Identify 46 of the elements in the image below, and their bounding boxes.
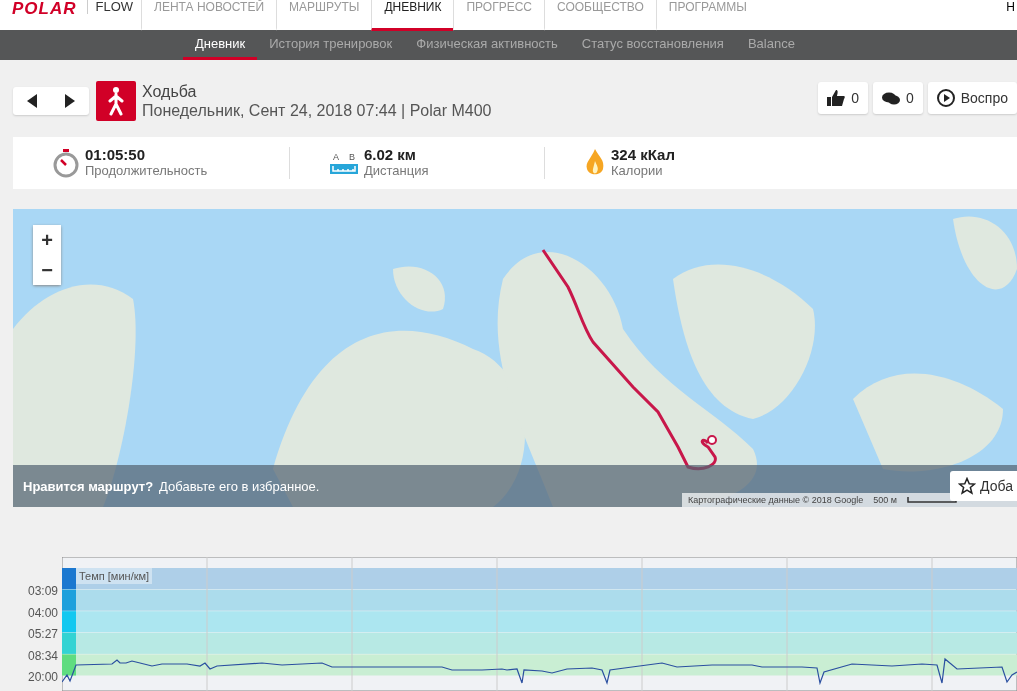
map-attribution: Картографические данные © 2018 Google xyxy=(687,495,864,505)
subnav-tab[interactable]: Дневник xyxy=(183,30,258,60)
y-axis-label: 03:09 xyxy=(26,583,59,600)
scale-bar xyxy=(907,497,957,503)
y-axis-label: 20:00 xyxy=(26,669,59,687)
speech-bubbles-icon xyxy=(881,91,900,105)
scale-label: 500 м xyxy=(873,495,897,505)
flame-icon xyxy=(585,149,605,177)
map-view[interactable]: + − Нравится маршрут? Добавьте его в избранное. Картографические данные © 2018 Google 500 м Доба xyxy=(13,209,1017,507)
y-axis-label: 08:34 xyxy=(26,647,59,665)
stat-label: Продолжительность xyxy=(85,163,208,179)
stat-label: Калории xyxy=(611,163,664,179)
comment-button[interactable]: 0 xyxy=(872,82,923,114)
zone-marker xyxy=(62,654,76,676)
zone-marker xyxy=(62,632,76,654)
stat-value: 6.02 км xyxy=(364,147,417,163)
thumbs-up-icon xyxy=(827,90,846,106)
zoom-out-button[interactable]: − xyxy=(33,255,61,285)
user-menu[interactable]: Н xyxy=(1006,0,1017,14)
sport-title: Ходьба xyxy=(142,81,198,101)
stat-value: 324 кКал xyxy=(611,147,675,163)
y-axis-label: 05:27 xyxy=(26,626,59,644)
right-arrow-icon xyxy=(65,94,75,108)
replay-button[interactable]: Воспро xyxy=(927,82,1017,114)
chart-title: Темп [мин/км] xyxy=(76,568,153,584)
stat-value: 01:05:50 xyxy=(85,147,147,163)
brand-logo[interactable]: POLAR xyxy=(0,0,87,18)
ruler-icon xyxy=(330,164,358,174)
distance-mark: A xyxy=(333,152,339,162)
zoom-in-button[interactable]: + xyxy=(33,225,61,255)
left-arrow-icon xyxy=(27,94,37,108)
stopwatch-icon xyxy=(53,148,79,178)
stat-label: Дистанция xyxy=(364,163,429,179)
play-circle-icon xyxy=(936,89,955,107)
star-icon xyxy=(958,477,977,495)
zone-marker xyxy=(62,568,76,590)
distance-mark: B xyxy=(349,152,355,162)
session-details: Понедельник, Сент 24, 2018 07:44 | Polar M400 xyxy=(142,100,492,121)
product-name: FLOW xyxy=(86,0,142,14)
like-button[interactable]: 0 xyxy=(818,82,868,114)
y-axis-label: 04:00 xyxy=(26,604,59,622)
banner-question: Нравится маршрут? xyxy=(23,478,154,494)
add-favorite-button[interactable]: Доба xyxy=(950,471,1017,501)
banner-text: Добавьте его в избранное. xyxy=(159,478,320,494)
zone-marker xyxy=(62,611,76,633)
zone-marker xyxy=(62,589,76,611)
